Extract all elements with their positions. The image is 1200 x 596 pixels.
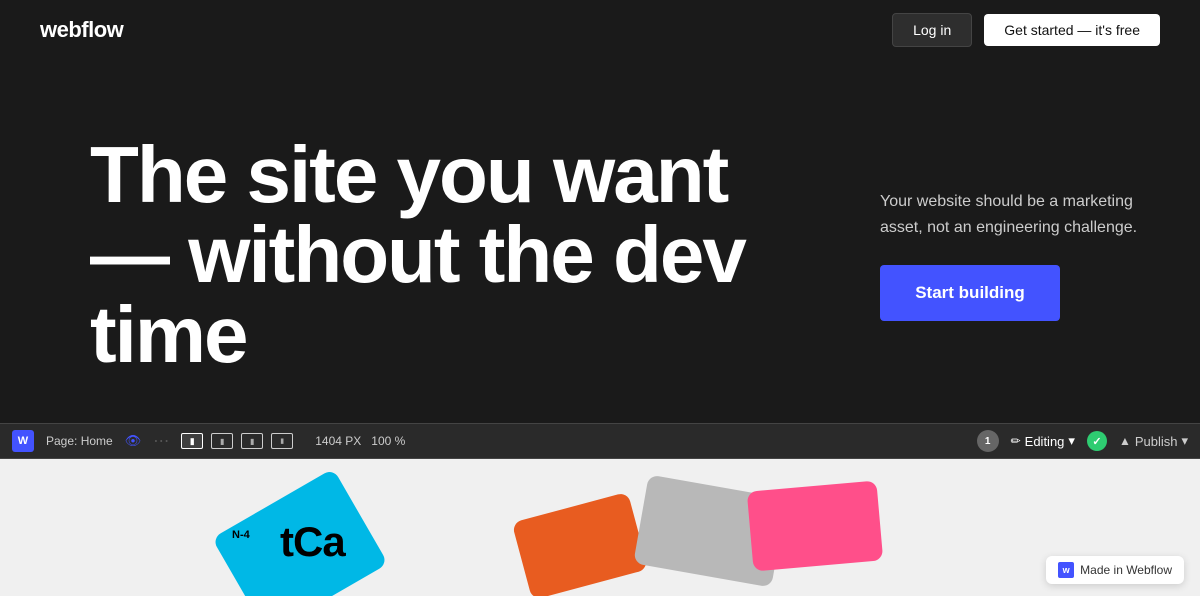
landscape-view-icon[interactable]: ▮ [241, 433, 263, 449]
card-pink [747, 480, 883, 571]
hero-left: The site you want — without the dev time [90, 135, 860, 375]
mobile-view-icon[interactable]: ▮ [271, 433, 293, 449]
chevron-down-icon: ▾ [1068, 433, 1075, 449]
editor-bar: W Page: Home 👁 ⋯ ▮ ▮ ▮ ▮ 1404 PX 100 % 1… [0, 423, 1200, 459]
hero-headline: The site you want — without the dev time [90, 135, 790, 375]
hero-right: Your website should be a marketing asset… [860, 189, 1160, 320]
get-started-button[interactable]: Get started — it's free [984, 14, 1160, 46]
separator: ⋯ [153, 431, 169, 451]
made-in-webflow-badge[interactable]: w Made in Webflow [1046, 556, 1184, 584]
card-big-text: tCa [280, 518, 345, 566]
publish-chevron-icon: ▾ [1181, 433, 1188, 449]
publish-button[interactable]: ▲ Publish ▾ [1119, 433, 1188, 449]
check-icon: ✓ [1092, 435, 1101, 448]
hero-subtext: Your website should be a marketing asset… [880, 189, 1160, 240]
view-mode-icons: ▮ ▮ ▮ ▮ [181, 433, 293, 449]
editor-logo-letter: W [18, 435, 28, 447]
badge-text: Made in Webflow [1080, 563, 1172, 577]
editing-button[interactable]: ✏ Editing ▾ [1011, 433, 1075, 449]
editing-label: Editing [1025, 434, 1065, 449]
card-orange [512, 492, 649, 596]
editor-bar-right: 1 ✏ Editing ▾ ✓ ▲ Publish ▾ [977, 430, 1188, 452]
user-avatar: 1 [977, 430, 999, 452]
pencil-icon: ✏ [1011, 434, 1021, 448]
webflow-logo: webflow [40, 17, 123, 43]
visibility-icon[interactable]: 👁 [125, 433, 142, 449]
tablet-view-icon[interactable]: ▮ [211, 433, 233, 449]
nav-buttons: Log in Get started — it's free [892, 13, 1160, 47]
px-display: 1404 PX 100 % [315, 434, 405, 448]
card-label-n4: N-4 [232, 529, 250, 541]
navbar: webflow Log in Get started — it's free [0, 0, 1200, 60]
hero-section: The site you want — without the dev time… [0, 60, 1200, 450]
page-label: Page: Home [46, 434, 113, 448]
badge-logo: w [1058, 562, 1074, 578]
publish-label: Publish [1135, 434, 1178, 449]
desktop-view-icon[interactable]: ▮ [181, 433, 203, 449]
login-button[interactable]: Log in [892, 13, 972, 47]
editor-logo: W [12, 430, 34, 452]
status-dot: ✓ [1087, 431, 1107, 451]
person-icon: ▲ [1119, 434, 1131, 448]
start-building-button[interactable]: Start building [880, 265, 1060, 321]
preview-area: N-4 tCa w Made in Webflow [0, 459, 1200, 596]
